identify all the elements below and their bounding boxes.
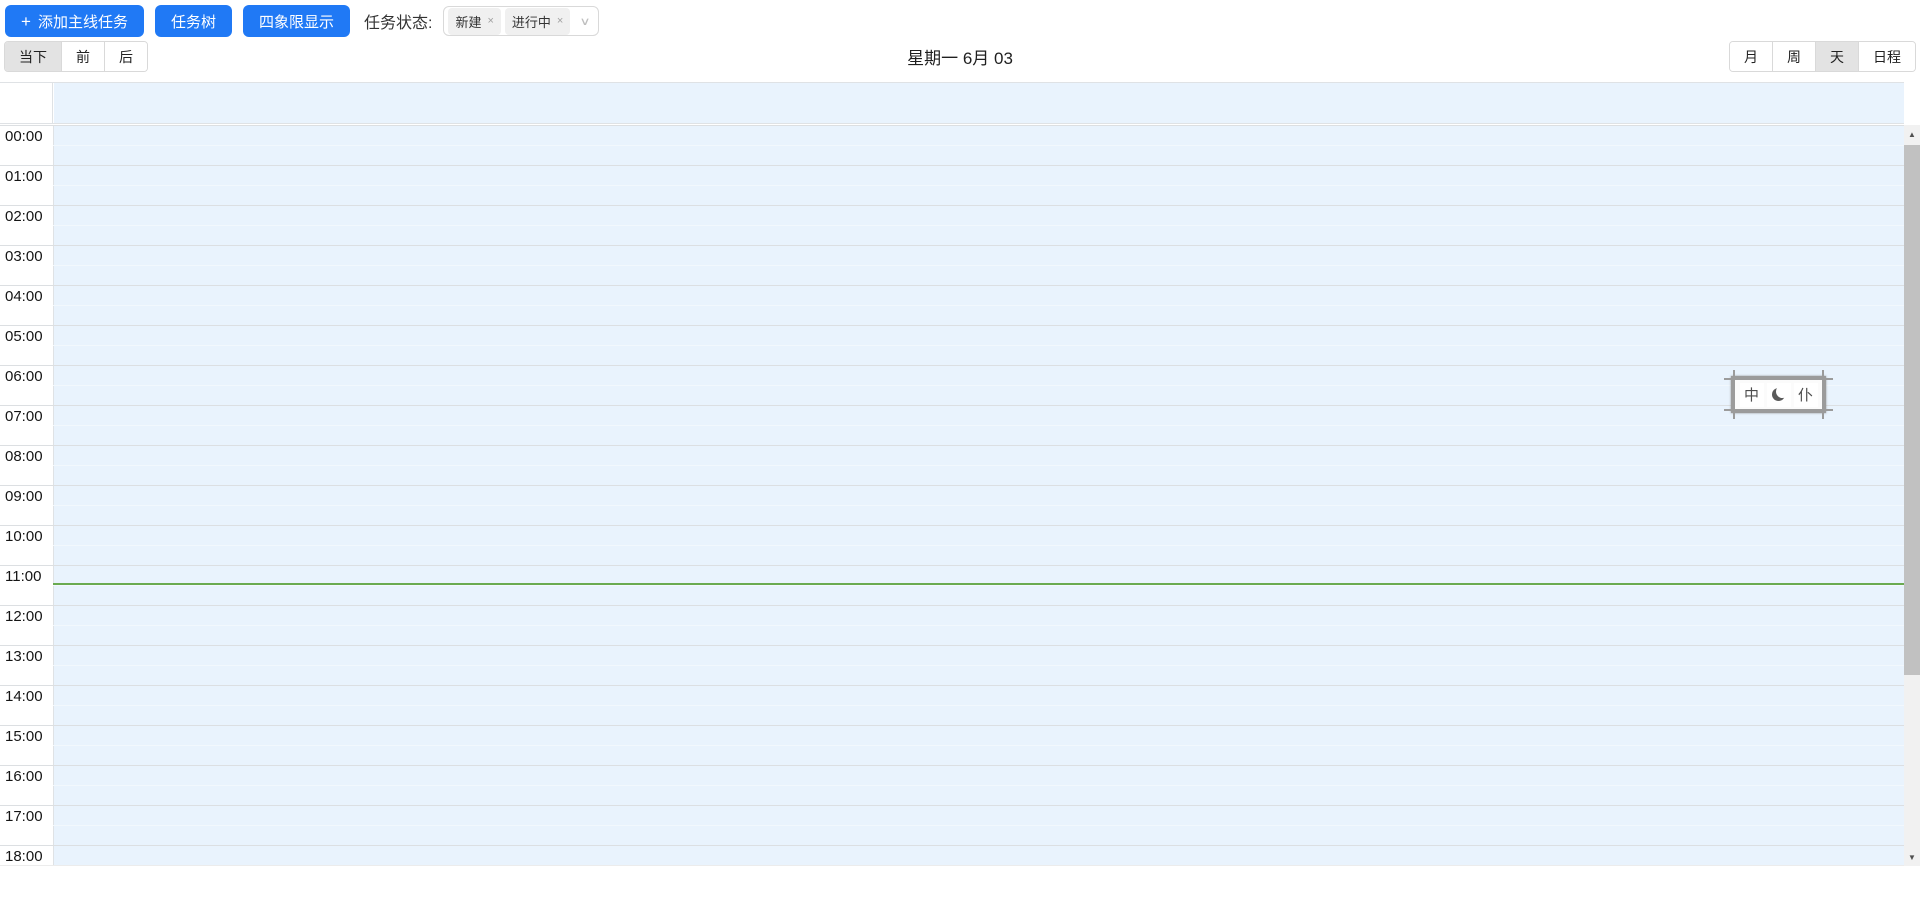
hour-gridline [0,525,1904,526]
half-hour-gridline [53,305,1904,306]
half-hour-gridline [53,865,1904,866]
half-hour-gridline [53,785,1904,786]
vertical-scrollbar[interactable]: ▲ ▼ [1904,125,1920,866]
add-main-task-label: 添加主线任务 [37,13,128,31]
hour-label: 03:00 [5,248,43,265]
hour-gridline [0,165,1904,166]
ime-fullwidth-moon-icon[interactable] [1766,382,1791,407]
hour-gridline [0,125,1904,126]
hour-label: 04:00 [5,288,43,305]
hour-gridline [0,845,1904,846]
current-date-title: 星期一 6月 03 [907,49,1013,68]
hour-gridline [0,765,1904,766]
hour-gridline [0,565,1904,566]
view-month-button[interactable]: 月 [1730,42,1772,71]
view-schedule-button[interactable]: 日程 [1858,42,1915,71]
view-day-button[interactable]: 天 [1815,42,1858,71]
hour-label: 12:00 [5,608,43,625]
hour-gridline [0,245,1904,246]
hour-label: 00:00 [5,128,43,145]
chevron-down-icon[interactable]: ∨ [580,15,591,28]
add-main-task-button[interactable]: + 添加主线任务 [5,5,144,37]
all-day-gutter [0,83,53,123]
half-hour-gridline [53,625,1904,626]
hour-label: 01:00 [5,168,43,185]
hour-gridline [0,365,1904,366]
half-hour-gridline [53,505,1904,506]
moon-icon [1772,388,1785,401]
hour-label: 17:00 [5,808,43,825]
scroll-down-arrow-icon[interactable]: ▼ [1904,848,1920,866]
half-hour-gridline [53,705,1904,706]
ime-toolbar[interactable]: 中 仆 [1724,370,1833,419]
task-status-multiselect[interactable]: 新建 × 进行中 × ∨ [443,6,600,36]
hour-label: 09:00 [5,488,43,505]
ime-frame-mark [1724,409,1833,411]
status-tag-new[interactable]: 新建 × [448,7,501,35]
hour-gridline [0,485,1904,486]
time-grid[interactable]: 00:00 01:00 02:00 03:00 04:00 05:00 06:00 07:00… [0,125,1904,866]
scroll-up-arrow-icon[interactable]: ▲ [1904,125,1920,143]
half-hour-gridline [53,185,1904,186]
status-tag-in-progress[interactable]: 进行中 × [504,7,571,35]
close-icon[interactable]: × [487,15,493,27]
half-hour-gridline [53,225,1904,226]
hour-label: 11:00 [5,568,42,585]
hour-gridline [0,645,1904,646]
hour-label: 15:00 [5,728,43,745]
hour-gridline [0,285,1904,286]
quadrant-view-label: 四象限显示 [258,13,334,31]
hour-gridline [0,405,1904,406]
half-hour-gridline [53,385,1904,386]
hour-label: 08:00 [5,448,43,465]
hour-gridline [0,325,1904,326]
hour-label: 18:00 [5,848,43,865]
task-tree-label: 任务树 [170,13,216,31]
plus-icon: + [21,11,31,31]
hour-label: 13:00 [5,648,43,665]
half-hour-gridline [53,345,1904,346]
status-tag-new-label: 新建 [455,14,482,30]
half-hour-gridline [53,665,1904,666]
hour-label: 10:00 [5,528,43,545]
hour-gridline [0,725,1904,726]
hour-gridline [0,805,1904,806]
hour-label: 07:00 [5,408,43,425]
half-hour-gridline [53,825,1904,826]
all-day-row [0,82,1904,124]
task-tree-button[interactable]: 任务树 [154,5,232,37]
hour-gridline [0,205,1904,206]
half-hour-gridline [53,465,1904,466]
hour-gridline [0,445,1904,446]
hour-label: 16:00 [5,768,43,785]
all-day-slot[interactable] [54,83,1904,123]
view-week-button[interactable]: 周 [1772,42,1815,71]
day-column[interactable] [53,125,1904,865]
view-switcher-group: 月 周 天 日程 [1729,41,1916,72]
quadrant-view-button[interactable]: 四象限显示 [242,5,350,37]
half-hour-gridline [53,145,1904,146]
status-tag-in-progress-label: 进行中 [511,14,551,30]
hour-label: 02:00 [5,208,43,225]
half-hour-gridline [53,425,1904,426]
ime-punctuation-button[interactable]: 仆 [1793,382,1818,407]
half-hour-gridline [53,585,1904,586]
half-hour-gridline [53,265,1904,266]
hour-gridline [0,685,1904,686]
task-status-label: 任务状态: [363,15,433,32]
scrollbar-thumb[interactable] [1904,145,1920,675]
ime-chinese-mode-button[interactable]: 中 [1739,382,1764,407]
half-hour-gridline [53,545,1904,546]
half-hour-gridline [53,745,1904,746]
close-icon[interactable]: × [557,15,563,27]
hour-label: 06:00 [5,368,43,385]
hour-label: 14:00 [5,688,43,705]
hour-gridline [0,605,1904,606]
toolbar: + 添加主线任务 任务树 四象限显示 任务状态: 新建 × 进行中 × ∨ [5,5,600,37]
ime-frame-mark [1724,378,1833,380]
hour-label: 05:00 [5,328,43,345]
